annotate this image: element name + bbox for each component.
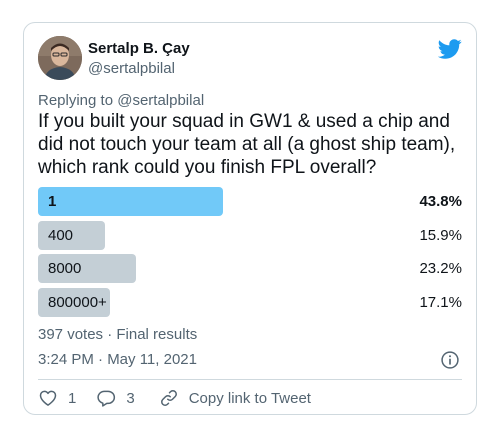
poll-option: 800000+ 17.1% — [38, 287, 464, 317]
poll-bar — [38, 187, 223, 216]
poll-option-label: 400 — [48, 226, 74, 244]
tweet-card[interactable]: Sertalp B. Çay @sertalpbilal Replying to… — [23, 22, 477, 415]
copy-link-button[interactable]: Copy link to Tweet — [159, 388, 311, 408]
poll-option: 400 15.9% — [38, 220, 464, 250]
like-button[interactable]: 1 — [38, 388, 76, 408]
timestamp-link[interactable]: 3:24 PM · May 11, 2021 — [38, 351, 197, 368]
author-display-name[interactable]: Sertalp B. Çay — [88, 40, 190, 57]
poll-option: 1 43.8% — [38, 187, 464, 216]
poll-option-label: 800000+ — [48, 293, 107, 311]
divider — [38, 379, 462, 380]
link-icon — [160, 390, 177, 406]
like-count: 1 — [68, 389, 77, 407]
poll-option-percent: 23.2% — [419, 260, 462, 277]
author-handle[interactable]: @sertalpbilal — [88, 60, 175, 77]
poll-option-percent: 43.8% — [419, 193, 462, 210]
copy-link-label: Copy link to Tweet — [188, 389, 311, 407]
reply-mention-link[interactable]: @sertalpbilal — [117, 92, 204, 109]
poll-option-label: 8000 — [48, 260, 82, 277]
poll-option-percent: 15.9% — [419, 226, 462, 244]
poll-option-label: 1 — [48, 193, 57, 210]
twitter-bird-icon[interactable] — [438, 37, 462, 61]
poll: 1 43.8% 400 15.9% 8000 23.2% 800000+ 17.… — [38, 187, 464, 321]
replying-to: Replying to @sertalpbilal — [38, 92, 204, 109]
avatar-image — [38, 36, 82, 80]
poll-option: 8000 23.2% — [38, 254, 464, 283]
reply-count: 3 — [126, 389, 135, 407]
avatar[interactable] — [38, 36, 82, 80]
replying-prefix: Replying to — [38, 92, 114, 109]
action-bar: 1 3 Copy link to Tweet — [38, 387, 331, 409]
reply-button[interactable]: 3 — [96, 388, 135, 408]
reply-bubble-icon — [97, 390, 116, 407]
poll-option-percent: 17.1% — [419, 293, 462, 311]
tweet-text: If you built your squad in GW1 & used a … — [38, 111, 456, 178]
heart-icon — [39, 390, 57, 406]
poll-meta: 397 votes · Final results — [38, 326, 198, 343]
info-icon[interactable] — [440, 350, 460, 370]
